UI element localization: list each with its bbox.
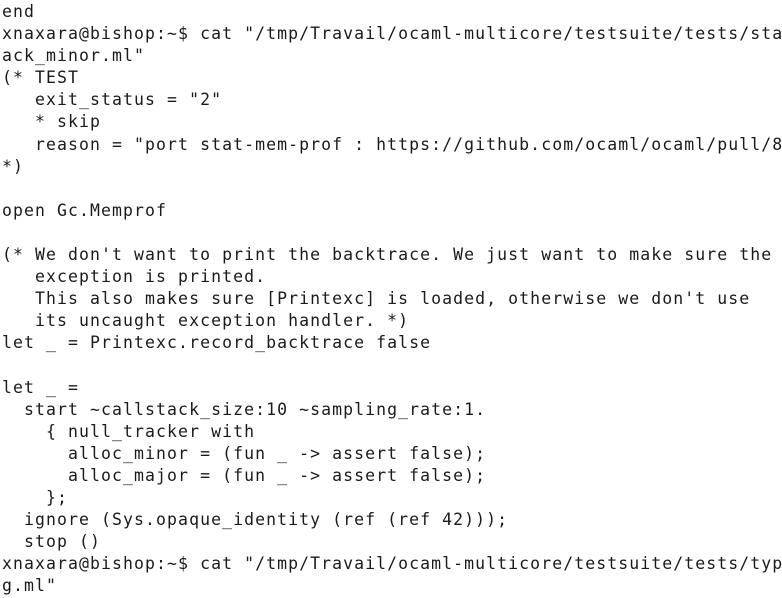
terminal-line: exit_status = "2": [2, 90, 223, 110]
terminal-line: (* TEST: [2, 68, 80, 88]
prompt-line: xnaxara@bishop:~$ cat "/tmp/Travail/ocam…: [2, 24, 782, 44]
terminal-line: alloc_minor = (fun _ -> assert false);: [2, 443, 487, 463]
terminal-line: This also makes sure [Printexc] is loade…: [2, 289, 751, 309]
terminal-line: end: [2, 2, 36, 21]
terminal-line: ignore (Sys.opaque_identity (ref (ref 42…: [2, 510, 509, 530]
terminal-line: (* We don't want to print the backtrace.…: [2, 245, 773, 265]
terminal-line: stop (): [2, 532, 102, 552]
terminal-line: let _ = Printexc.record_backtrace false: [2, 333, 432, 353]
terminal-line: *): [2, 156, 25, 176]
terminal-output[interactable]: end xnaxara@bishop:~$ cat "/tmp/Travail/o…: [2, 1, 782, 598]
terminal-line: reason = "port stat-mem-prof : https://g…: [2, 134, 782, 154]
terminal-line: its uncaught exception handler. *): [2, 311, 410, 331]
terminal-line: };: [2, 488, 69, 508]
terminal-line: let _ =: [2, 377, 80, 397]
terminal-line: start ~callstack_size:10 ~sampling_rate:…: [2, 399, 487, 419]
prompt-line: xnaxara@bishop:~$ cat "/tmp/Travail/ocam…: [2, 554, 782, 574]
terminal-line: g.ml": [2, 576, 58, 596]
terminal-line: exception is printed.: [2, 267, 267, 287]
terminal-line: { null_tracker with: [2, 421, 256, 441]
terminal-line: ack_minor.ml": [2, 46, 146, 66]
terminal-line: alloc_major = (fun _ -> assert false);: [2, 465, 487, 485]
terminal-line: * skip: [2, 112, 102, 132]
terminal-line: open Gc.Memprof: [2, 200, 168, 220]
